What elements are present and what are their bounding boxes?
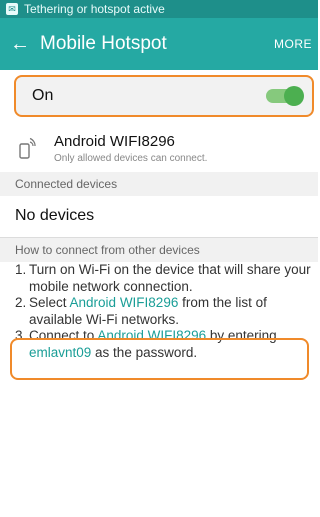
network-info[interactable]: Android WIFI8296 Only allowed devices ca… [0,124,318,172]
step-text: Turn on Wi-Fi on the device that will sh… [29,262,313,295]
network-subtitle: Only allowed devices can connect. [54,152,208,164]
notification-icon: ✉ [6,3,18,15]
network-name: Android WIFI8296 [54,132,175,150]
how-to-connect-header: How to connect from other devices [0,238,318,262]
phone-broadcast-icon [0,136,54,160]
hotspot-switch[interactable] [266,86,304,106]
step-number: 2. [15,295,27,310]
app-bar: ← Mobile Hotspot MORE [0,18,318,70]
toggle-label: On [32,87,54,104]
step-3-highlight [10,338,309,380]
more-button[interactable]: MORE [274,37,318,51]
network-name-link: Android WIFI8296 [69,295,179,310]
status-bar: ✉ Tethering or hotspot active [0,0,318,18]
step-text: Select Android WIFI8296 from the list of… [29,295,313,328]
hotspot-toggle-row[interactable]: On [14,75,314,117]
instruction-step-2: 2. Select Android WIFI8296 from the list… [15,295,313,328]
switch-thumb [284,86,304,106]
connected-devices-header: Connected devices [0,172,318,196]
network-text: Android WIFI8296 Only allowed devices ca… [54,133,207,164]
step-2-before: Select [29,295,70,310]
no-devices-text: No devices [15,207,95,224]
instruction-step-1: 1. Turn on Wi-Fi on the device that will… [15,262,313,295]
page-title: Mobile Hotspot [40,33,167,54]
step-number: 1. [15,262,27,277]
step-1-text: Turn on Wi-Fi on the device that will sh… [29,262,311,294]
status-text: Tethering or hotspot active [24,2,165,16]
back-arrow-icon[interactable]: ← [0,18,40,70]
